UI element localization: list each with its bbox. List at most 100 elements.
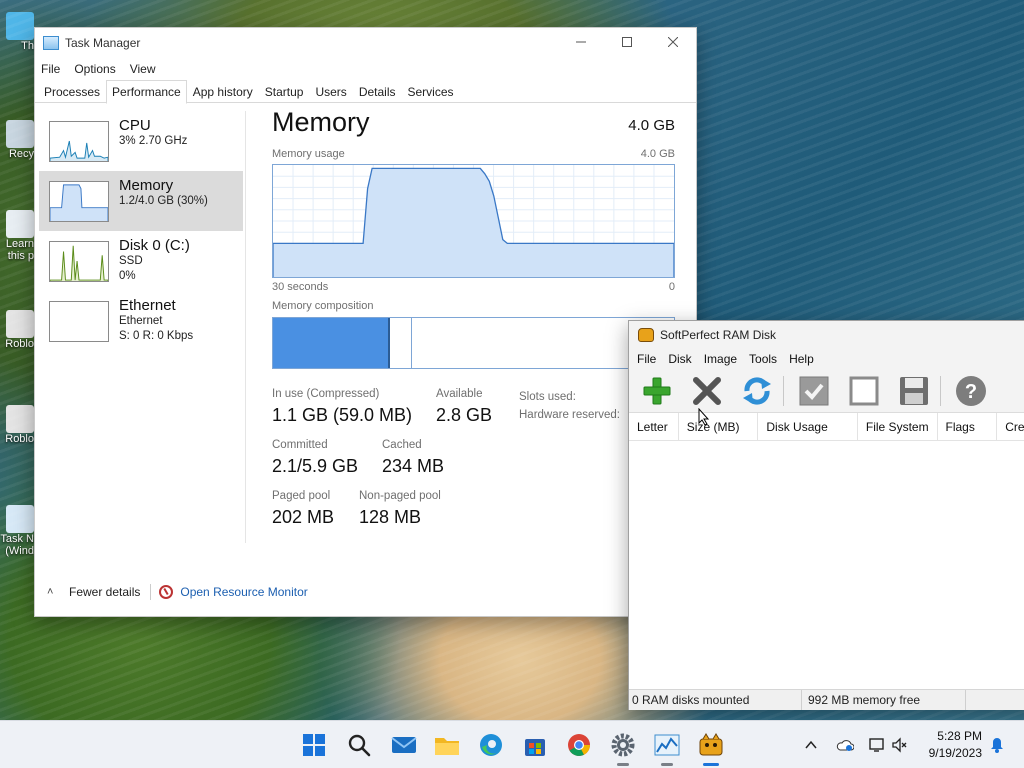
minimize-button[interactable] (558, 28, 604, 56)
column-letter[interactable]: Letter (629, 413, 679, 440)
desktop-icon[interactable]: Roblo (0, 405, 34, 445)
stat-label: Available (436, 388, 483, 400)
desktop-icon[interactable]: Task N (Wind (0, 505, 34, 557)
help-button[interactable]: ? (951, 373, 991, 409)
add-disk-button[interactable] (637, 373, 677, 409)
tab-performance[interactable]: Performance (106, 80, 187, 104)
chevron-up-icon[interactable] (804, 738, 818, 752)
fewer-details-label: Fewer details (69, 585, 141, 599)
search-button[interactable] (344, 730, 374, 760)
sidebar-item-disk[interactable]: Disk 0 (C:) SSD 0% (39, 231, 243, 291)
desktop-icon[interactable]: Roblo (0, 310, 34, 350)
clock-time: 5:28 PM (937, 729, 982, 743)
apply-button[interactable] (794, 373, 834, 409)
system-clock[interactable]: 5:28 PM 9/19/2023 (929, 728, 982, 762)
checkbox-button[interactable] (844, 373, 884, 409)
stat-in-use: In use (Compressed) 1.1 GB (59.0 MB) (272, 388, 412, 426)
column-disk-usage[interactable]: Disk Usage (758, 413, 858, 440)
menu-file[interactable]: File (41, 62, 60, 76)
menu-view[interactable]: View (130, 62, 156, 76)
taskbar: 5:28 PM 9/19/2023 (0, 720, 1024, 768)
taskbar-edge[interactable] (476, 730, 506, 760)
tab-startup[interactable]: Startup (259, 80, 310, 102)
desktop-icon[interactable]: Th (0, 12, 34, 52)
tab-app-history[interactable]: App history (187, 80, 259, 102)
usage-graph-label: Memory usage (272, 148, 345, 160)
start-button[interactable] (299, 730, 329, 760)
composition-label: Memory composition (272, 300, 374, 312)
column-size[interactable]: Size (MB) (679, 413, 759, 440)
desktop-icon-label: Recy (8, 148, 34, 160)
taskbar-chrome[interactable] (564, 730, 594, 760)
status-bar: 0 RAM disks mounted 992 MB memory free (629, 689, 1024, 710)
column-file-system[interactable]: File System (858, 413, 938, 440)
open-resource-monitor-link[interactable]: Open Resource Monitor (180, 585, 307, 599)
volume-muted-icon[interactable] (892, 737, 908, 753)
title-bar[interactable]: SoftPerfect RAM Disk (629, 321, 1024, 348)
fewer-details-button[interactable]: ˄ Fewer details (47, 585, 140, 599)
close-icon (668, 37, 678, 47)
system-tray (804, 721, 908, 768)
desktop-icon[interactable]: Recy (0, 120, 34, 160)
refresh-button[interactable] (737, 373, 777, 409)
computer-icon (6, 12, 34, 40)
tab-processes[interactable]: Processes (38, 80, 106, 102)
title-bar[interactable]: Task Manager (35, 28, 696, 58)
menu-file[interactable]: File (637, 352, 656, 366)
stat-value: 2.1/5.9 GB (272, 456, 359, 476)
column-flags[interactable]: Flags (938, 413, 998, 440)
taskbar-store[interactable] (520, 730, 550, 760)
taskbar-task-manager[interactable] (652, 730, 682, 766)
stat-label: Non-paged pool (359, 490, 441, 502)
mail-icon (391, 737, 417, 753)
disk-list[interactable] (629, 441, 1024, 689)
sidebar-item-memory[interactable]: Memory 1.2/4.0 GB (30%) (39, 171, 243, 231)
sidebar-item-detail: Ethernet (119, 315, 163, 327)
task-manager-footer: ˄ Fewer details Open Resource Monitor (35, 568, 696, 616)
memory-thumbnail-graph (49, 181, 109, 222)
desktop-icon-label: Roblo (5, 433, 34, 445)
notification-bell-icon[interactable] (990, 737, 1004, 753)
maximize-button[interactable] (604, 28, 650, 56)
mouse-cursor-icon (698, 408, 710, 426)
menu-image[interactable]: Image (704, 352, 737, 366)
graph-time-end: 0 (668, 281, 675, 293)
ethernet-thumbnail-graph (49, 301, 109, 342)
toolbar-divider (940, 376, 941, 406)
sidebar-item-name: Disk 0 (C:) (119, 237, 190, 254)
sidebar-item-cpu[interactable]: CPU 3% 2.70 GHz (39, 111, 243, 171)
menu-help[interactable]: Help (789, 352, 814, 366)
running-indicator (661, 763, 673, 766)
tab-users[interactable]: Users (309, 80, 352, 102)
toolbar-divider (783, 376, 784, 406)
taskbar-file-explorer[interactable] (432, 730, 462, 760)
graph-time-span: 30 seconds (272, 281, 329, 293)
disk-list-header: Letter Size (MB) Disk Usage File System … (629, 413, 1024, 441)
sidebar-item-ethernet[interactable]: Ethernet Ethernet S: 0 R: 0 Kbps (39, 291, 243, 351)
column-created[interactable]: Cre (997, 413, 1024, 440)
onedrive-icon[interactable] (836, 737, 854, 753)
taskbar-settings[interactable] (608, 730, 638, 766)
menu-tools[interactable]: Tools (749, 352, 777, 366)
close-button[interactable] (650, 28, 696, 56)
menu-options[interactable]: Options (74, 62, 115, 76)
network-icon[interactable] (868, 737, 886, 753)
apply-icon (799, 376, 829, 406)
tab-services[interactable]: Services (402, 80, 460, 102)
menu-disk[interactable]: Disk (668, 352, 691, 366)
sidebar-item-name: Memory (119, 177, 174, 194)
remove-icon (693, 377, 721, 405)
tab-details[interactable]: Details (353, 80, 402, 102)
remove-disk-button[interactable] (687, 373, 727, 409)
sidebar-item-detail: SSD (119, 255, 143, 267)
desktop-icon[interactable]: Learn this p (0, 210, 34, 262)
window-title: SoftPerfect RAM Disk (660, 327, 777, 342)
stat-available: Available 2.8 GB (436, 388, 492, 426)
stat-value: 2.8 GB (436, 405, 493, 425)
taskbar-mail[interactable] (389, 730, 419, 760)
save-image-button[interactable] (894, 373, 934, 409)
sidebar-item-detail: 1.2/4.0 GB (30%) (119, 195, 208, 207)
clock-date: 9/19/2023 (928, 746, 982, 760)
disk-thumbnail-graph (49, 241, 109, 282)
taskbar-ram-disk[interactable] (696, 730, 726, 766)
